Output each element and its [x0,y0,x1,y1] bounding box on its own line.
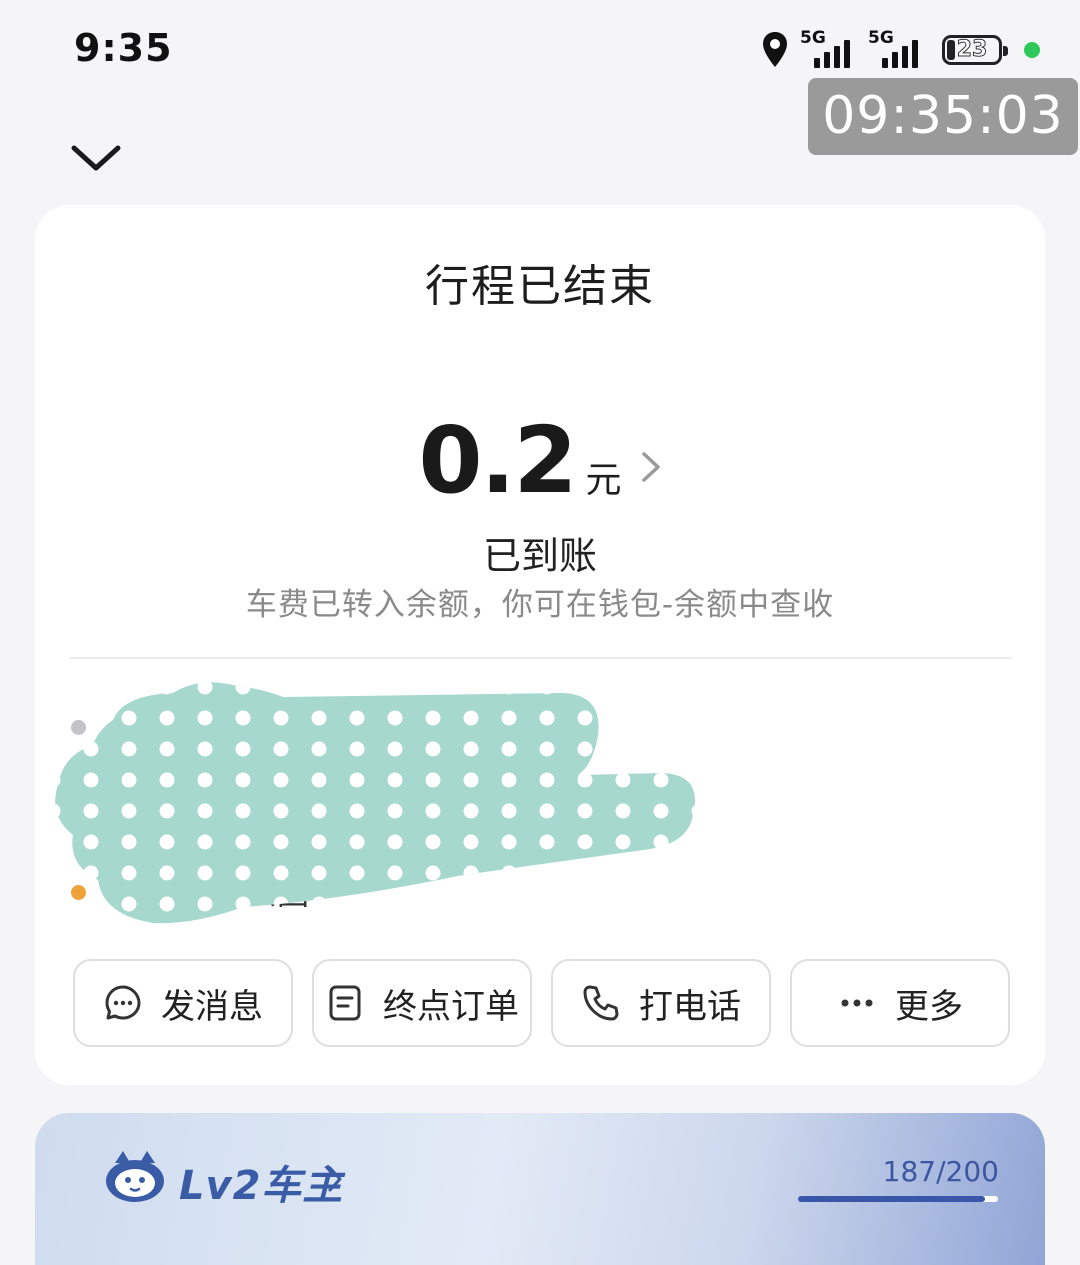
payment-hint: 车费已转入余额，你可在钱包-余额中查收 [245,587,835,623]
phone-icon [583,985,619,1021]
battery-level: 23 [956,37,988,63]
action-bar: 发消息 终点订单 打电话 更多 [73,959,1010,1047]
signal-icon-2: 5G [868,28,926,70]
more-label: 更多 [895,986,963,1027]
payment-status: 已到账 [482,534,597,578]
message-icon [105,985,141,1020]
call-button[interactable]: 打电话 [551,959,771,1047]
redaction-overlay [55,682,695,924]
chevron-down-icon[interactable] [68,138,124,178]
more-button[interactable]: 更多 [790,959,1010,1047]
send-message-label: 发消息 [161,986,263,1027]
call-label: 打电话 [639,986,741,1027]
level-progress-text: 187/200 [882,1155,999,1188]
privacy-indicator-icon [1024,42,1040,58]
fare-unit: 元 [585,460,622,501]
level-progress-fill [798,1196,985,1202]
driver-level-card[interactable]: Lv2车主 187/200 [35,1113,1045,1265]
end-order-button[interactable]: 终点订单 [312,959,532,1047]
fare-amount-link[interactable]: 0.2 元 [35,407,1045,514]
trip-title: 行程已结束 [425,261,655,312]
chevron-right-icon [328,1166,342,1192]
mascot-icon [106,1151,164,1202]
location-icon [763,32,787,67]
end-order-label: 终点订单 [383,986,519,1027]
more-icon [841,999,873,1007]
fare-amount: 0.2 [418,407,578,514]
screen: 9:35 5G 5G 23 09:35:03 行程已结束 0.2 元 已到账 车… [0,0,1080,1265]
level-title: Lv2车主 [179,1163,344,1209]
battery-icon: 23 [942,35,1008,65]
send-message-button[interactable]: 发消息 [73,959,293,1047]
clock-overlay: 09:35:03 [808,78,1078,155]
signal-icon-1: 5G [800,28,858,70]
divider [70,657,1012,659]
level-progress-bar [798,1196,998,1202]
order-icon [329,985,361,1021]
trip-card: 行程已结束 0.2 元 已到账 车费已转入余额，你可在钱包-余额中查收 公园 [35,205,1045,1085]
status-time: 9:35 [74,26,173,70]
status-icons: 5G 5G 23 [760,28,1040,72]
chevron-right-icon [641,452,660,482]
